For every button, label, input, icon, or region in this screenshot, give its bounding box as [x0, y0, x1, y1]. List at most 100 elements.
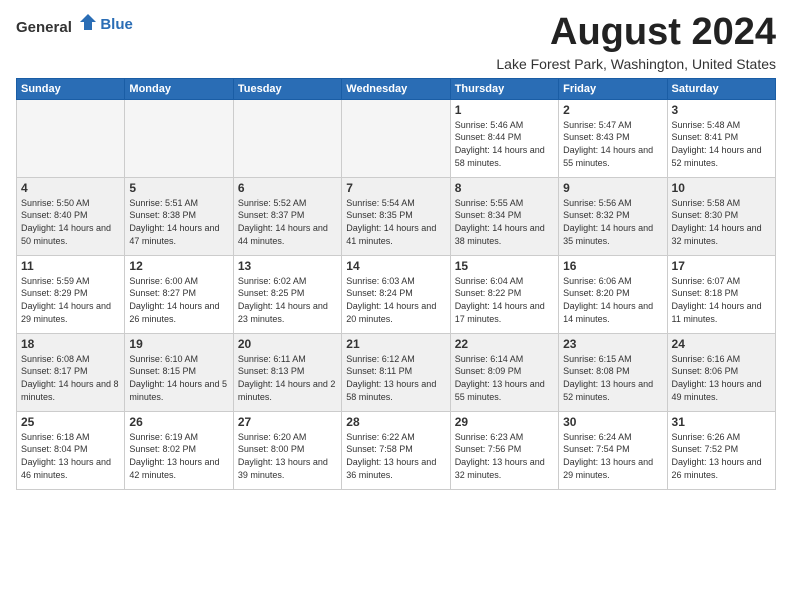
day-cell: 15 Sunrise: 6:04 AMSunset: 8:22 PMDaylig… — [450, 255, 558, 333]
day-cell: 16 Sunrise: 6:06 AMSunset: 8:20 PMDaylig… — [559, 255, 667, 333]
calendar-page: General Blue August 2024 Lake Forest Par… — [0, 0, 792, 498]
day-cell: 13 Sunrise: 6:02 AMSunset: 8:25 PMDaylig… — [233, 255, 341, 333]
week-row-2: 4 Sunrise: 5:50 AMSunset: 8:40 PMDayligh… — [17, 177, 776, 255]
day-number: 18 — [21, 337, 120, 351]
logo-blue: Blue — [100, 16, 133, 33]
day-info: Sunrise: 5:47 AMSunset: 8:43 PMDaylight:… — [563, 120, 653, 168]
day-number: 14 — [346, 259, 445, 273]
day-cell: 1 Sunrise: 5:46 AMSunset: 8:44 PMDayligh… — [450, 99, 558, 177]
day-number: 3 — [672, 103, 771, 117]
day-number: 5 — [129, 181, 228, 195]
day-number: 25 — [21, 415, 120, 429]
day-info: Sunrise: 6:02 AMSunset: 8:25 PMDaylight:… — [238, 276, 328, 324]
day-number: 29 — [455, 415, 554, 429]
col-sunday: Sunday — [17, 78, 125, 99]
day-number: 9 — [563, 181, 662, 195]
day-info: Sunrise: 6:20 AMSunset: 8:00 PMDaylight:… — [238, 432, 328, 480]
day-cell: 21 Sunrise: 6:12 AMSunset: 8:11 PMDaylig… — [342, 333, 450, 411]
day-cell: 31 Sunrise: 6:26 AMSunset: 7:52 PMDaylig… — [667, 411, 775, 489]
day-cell: 28 Sunrise: 6:22 AMSunset: 7:58 PMDaylig… — [342, 411, 450, 489]
day-number: 30 — [563, 415, 662, 429]
day-number: 31 — [672, 415, 771, 429]
col-friday: Friday — [559, 78, 667, 99]
day-cell: 19 Sunrise: 6:10 AMSunset: 8:15 PMDaylig… — [125, 333, 233, 411]
day-cell: 8 Sunrise: 5:55 AMSunset: 8:34 PMDayligh… — [450, 177, 558, 255]
day-info: Sunrise: 6:19 AMSunset: 8:02 PMDaylight:… — [129, 432, 219, 480]
day-number: 26 — [129, 415, 228, 429]
day-number: 16 — [563, 259, 662, 273]
week-row-5: 25 Sunrise: 6:18 AMSunset: 8:04 PMDaylig… — [17, 411, 776, 489]
day-info: Sunrise: 5:52 AMSunset: 8:37 PMDaylight:… — [238, 198, 328, 246]
day-info: Sunrise: 5:55 AMSunset: 8:34 PMDaylight:… — [455, 198, 545, 246]
day-number: 23 — [563, 337, 662, 351]
day-info: Sunrise: 5:46 AMSunset: 8:44 PMDaylight:… — [455, 120, 545, 168]
day-cell: 30 Sunrise: 6:24 AMSunset: 7:54 PMDaylig… — [559, 411, 667, 489]
day-info: Sunrise: 6:14 AMSunset: 8:09 PMDaylight:… — [455, 354, 545, 402]
day-number: 11 — [21, 259, 120, 273]
location-title: Lake Forest Park, Washington, United Sta… — [496, 56, 776, 72]
day-number: 13 — [238, 259, 337, 273]
day-info: Sunrise: 6:18 AMSunset: 8:04 PMDaylight:… — [21, 432, 111, 480]
day-info: Sunrise: 6:24 AMSunset: 7:54 PMDaylight:… — [563, 432, 653, 480]
day-cell — [17, 99, 125, 177]
day-cell — [233, 99, 341, 177]
day-cell: 5 Sunrise: 5:51 AMSunset: 8:38 PMDayligh… — [125, 177, 233, 255]
day-info: Sunrise: 6:12 AMSunset: 8:11 PMDaylight:… — [346, 354, 436, 402]
day-info: Sunrise: 6:00 AMSunset: 8:27 PMDaylight:… — [129, 276, 219, 324]
day-cell: 14 Sunrise: 6:03 AMSunset: 8:24 PMDaylig… — [342, 255, 450, 333]
day-info: Sunrise: 6:22 AMSunset: 7:58 PMDaylight:… — [346, 432, 436, 480]
day-cell: 24 Sunrise: 6:16 AMSunset: 8:06 PMDaylig… — [667, 333, 775, 411]
day-number: 17 — [672, 259, 771, 273]
day-number: 6 — [238, 181, 337, 195]
day-cell — [125, 99, 233, 177]
col-thursday: Thursday — [450, 78, 558, 99]
day-number: 7 — [346, 181, 445, 195]
day-cell — [342, 99, 450, 177]
month-title: August 2024 — [496, 12, 776, 54]
day-number: 19 — [129, 337, 228, 351]
col-saturday: Saturday — [667, 78, 775, 99]
day-cell: 2 Sunrise: 5:47 AMSunset: 8:43 PMDayligh… — [559, 99, 667, 177]
day-cell: 11 Sunrise: 5:59 AMSunset: 8:29 PMDaylig… — [17, 255, 125, 333]
day-info: Sunrise: 5:54 AMSunset: 8:35 PMDaylight:… — [346, 198, 436, 246]
logo-general: General — [16, 19, 72, 36]
day-info: Sunrise: 6:03 AMSunset: 8:24 PMDaylight:… — [346, 276, 436, 324]
day-cell: 9 Sunrise: 5:56 AMSunset: 8:32 PMDayligh… — [559, 177, 667, 255]
day-number: 4 — [21, 181, 120, 195]
week-row-4: 18 Sunrise: 6:08 AMSunset: 8:17 PMDaylig… — [17, 333, 776, 411]
calendar-table: Sunday Monday Tuesday Wednesday Thursday… — [16, 78, 776, 490]
day-number: 24 — [672, 337, 771, 351]
day-info: Sunrise: 6:16 AMSunset: 8:06 PMDaylight:… — [672, 354, 762, 402]
day-info: Sunrise: 6:06 AMSunset: 8:20 PMDaylight:… — [563, 276, 653, 324]
col-wednesday: Wednesday — [342, 78, 450, 99]
day-cell: 18 Sunrise: 6:08 AMSunset: 8:17 PMDaylig… — [17, 333, 125, 411]
day-number: 10 — [672, 181, 771, 195]
day-cell: 26 Sunrise: 6:19 AMSunset: 8:02 PMDaylig… — [125, 411, 233, 489]
day-number: 28 — [346, 415, 445, 429]
day-cell: 29 Sunrise: 6:23 AMSunset: 7:56 PMDaylig… — [450, 411, 558, 489]
day-info: Sunrise: 5:56 AMSunset: 8:32 PMDaylight:… — [563, 198, 653, 246]
header-row: Sunday Monday Tuesday Wednesday Thursday… — [17, 78, 776, 99]
day-cell: 12 Sunrise: 6:00 AMSunset: 8:27 PMDaylig… — [125, 255, 233, 333]
day-number: 2 — [563, 103, 662, 117]
day-info: Sunrise: 6:07 AMSunset: 8:18 PMDaylight:… — [672, 276, 762, 324]
day-cell: 22 Sunrise: 6:14 AMSunset: 8:09 PMDaylig… — [450, 333, 558, 411]
day-info: Sunrise: 6:11 AMSunset: 8:13 PMDaylight:… — [238, 354, 336, 402]
day-number: 8 — [455, 181, 554, 195]
day-number: 20 — [238, 337, 337, 351]
day-cell: 20 Sunrise: 6:11 AMSunset: 8:13 PMDaylig… — [233, 333, 341, 411]
day-number: 1 — [455, 103, 554, 117]
day-info: Sunrise: 5:59 AMSunset: 8:29 PMDaylight:… — [21, 276, 111, 324]
col-tuesday: Tuesday — [233, 78, 341, 99]
day-info: Sunrise: 6:26 AMSunset: 7:52 PMDaylight:… — [672, 432, 762, 480]
day-cell: 10 Sunrise: 5:58 AMSunset: 8:30 PMDaylig… — [667, 177, 775, 255]
header: General Blue August 2024 Lake Forest Par… — [16, 12, 776, 72]
day-cell: 7 Sunrise: 5:54 AMSunset: 8:35 PMDayligh… — [342, 177, 450, 255]
week-row-1: 1 Sunrise: 5:46 AMSunset: 8:44 PMDayligh… — [17, 99, 776, 177]
day-info: Sunrise: 6:23 AMSunset: 7:56 PMDaylight:… — [455, 432, 545, 480]
day-cell: 17 Sunrise: 6:07 AMSunset: 8:18 PMDaylig… — [667, 255, 775, 333]
day-info: Sunrise: 6:15 AMSunset: 8:08 PMDaylight:… — [563, 354, 653, 402]
day-number: 21 — [346, 337, 445, 351]
day-info: Sunrise: 5:58 AMSunset: 8:30 PMDaylight:… — [672, 198, 762, 246]
day-number: 15 — [455, 259, 554, 273]
